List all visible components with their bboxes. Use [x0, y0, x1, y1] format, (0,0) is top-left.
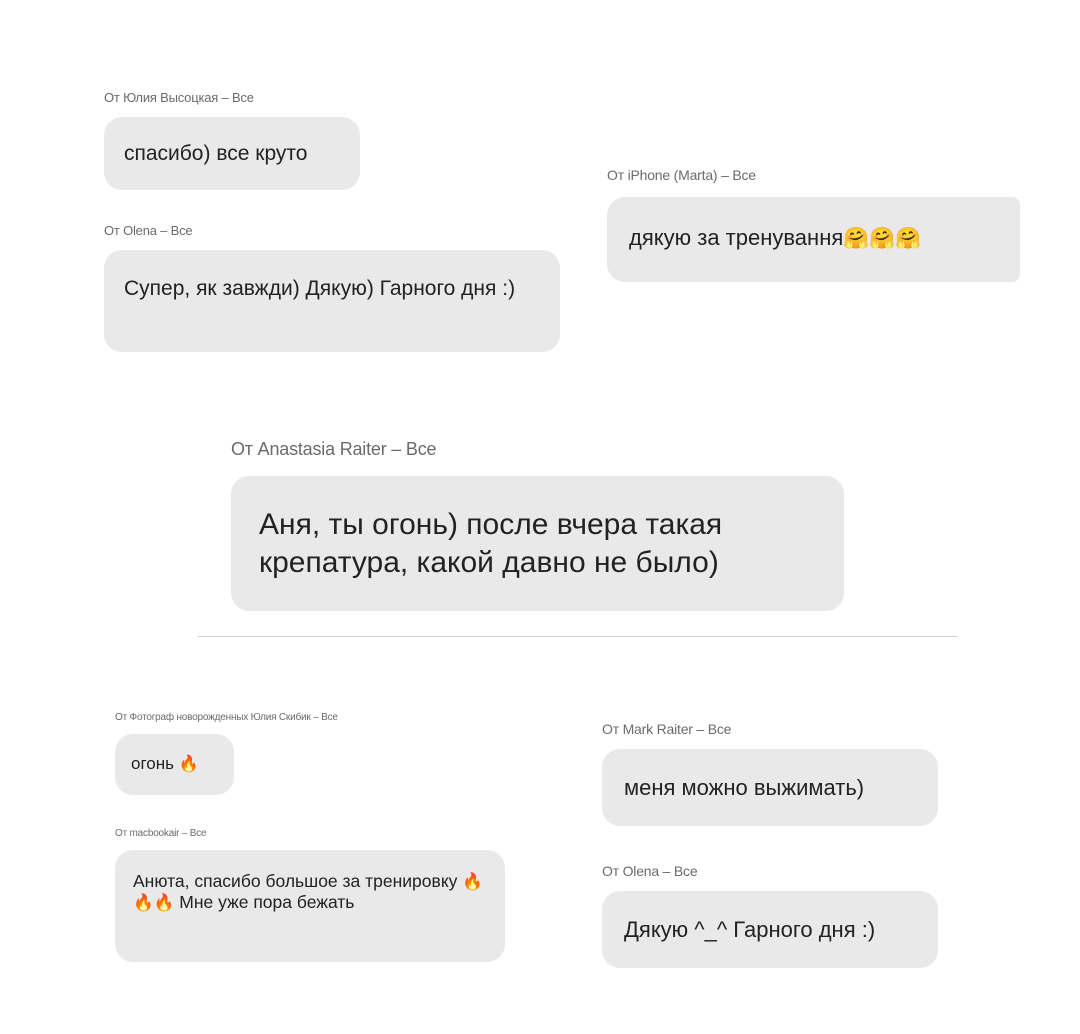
message-sender: От macbookair – Все: [115, 828, 207, 839]
message-olena-2: От Olena – Все Дякую ^_^ Гарного дня :): [602, 863, 938, 968]
message-bubble: огонь 🔥: [115, 734, 234, 795]
message-text: спасибо) все круто: [124, 142, 308, 165]
message-bubble: меня можно выжимать): [602, 749, 938, 826]
message-text: Анюта, спасибо большое за тренировку: [133, 871, 458, 891]
message-text: Дякую ^_^ Гарного дня :): [624, 917, 876, 942]
divider: [198, 636, 958, 637]
message-mark-raiter: От Mark Raiter – Все меня можно выжимать…: [602, 721, 938, 826]
message-sender: От Юлия Высоцкая – Все: [104, 90, 254, 105]
message-olena-1: От Olena – Все Супер, як завжди) Дякую) …: [104, 223, 560, 352]
message-text: меня можно выжимать): [624, 775, 865, 800]
message-sender: От iPhone (Marta) – Все: [607, 167, 756, 183]
message-bubble: Аня, ты огонь) после вчера такая крепату…: [231, 476, 844, 611]
message-sender: От Anastasia Raiter – Все: [231, 439, 437, 459]
message-text: дякую за тренування: [629, 225, 844, 250]
message-bubble: Дякую ^_^ Гарного дня :): [602, 891, 938, 968]
fire-icon: 🔥: [178, 754, 199, 773]
message-text: огонь: [131, 754, 174, 773]
message-macbookair: От macbookair – Все Анюта, спасибо больш…: [115, 828, 505, 962]
message-iphone-marta: От iPhone (Marta) – Все дякую за тренува…: [607, 167, 1020, 282]
message-bubble: спасибо) все круто: [104, 117, 360, 190]
message-text: Супер, як завжди) Дякую) Гарного дня :): [124, 277, 516, 300]
message-anastasia-raiter: От Anastasia Raiter – Все Аня, ты огонь)…: [231, 439, 844, 611]
hugging-face-icon: 🤗🤗🤗: [843, 226, 922, 250]
message-bubble: Супер, як завжди) Дякую) Гарного дня :): [104, 250, 560, 352]
message-yulia-vysotskaya: От Юлия Высоцкая – Все спасибо) все крут…: [104, 90, 360, 190]
message-text: Мне уже пора бежать: [179, 892, 355, 912]
message-sender: От Фотограф новорожденных Юлия Скибик – …: [115, 712, 338, 723]
message-photographer-yulia-skibik: От Фотограф новорожденных Юлия Скибик – …: [115, 712, 338, 795]
message-sender: От Mark Raiter – Все: [602, 721, 732, 737]
message-bubble: дякую за тренування🤗🤗🤗: [607, 197, 1020, 282]
message-sender: От Olena – Все: [602, 863, 698, 879]
message-bubble: Анюта, спасибо большое за тренировку 🔥🔥🔥…: [115, 850, 505, 962]
message-sender: От Olena – Все: [104, 223, 193, 238]
message-text: Аня, ты огонь) после вчера такая крепату…: [259, 508, 723, 579]
